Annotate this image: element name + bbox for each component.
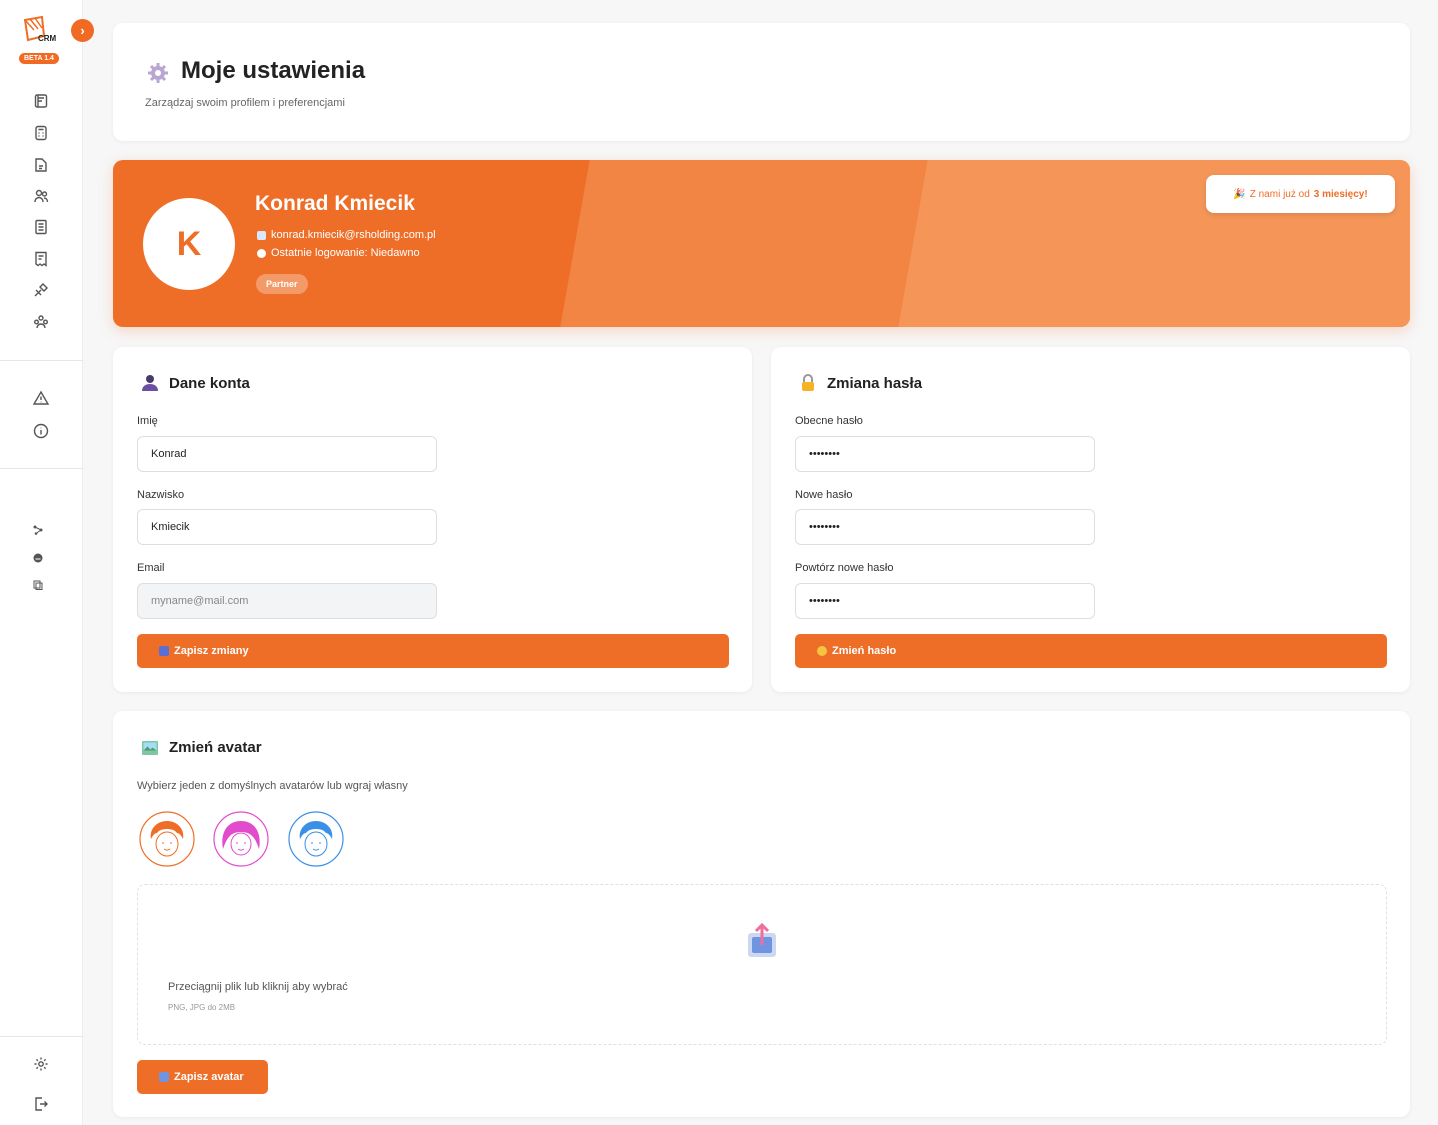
last-login: Ostatnie logowanie: Niedawno [271,247,420,259]
copy-icon[interactable] [33,580,43,590]
role-badge: Partner [256,274,308,294]
email-input[interactable]: myname@mail.com [137,583,437,619]
email-label: Email [137,562,165,574]
avatar-title: Zmień avatar [169,739,262,756]
lock-icon [802,374,814,391]
user-icon [142,375,158,391]
image-icon [142,741,158,755]
save-avatar-button[interactable]: Zapisz avatar [137,1060,268,1094]
page-title: Moje ustawienia [181,57,366,84]
avatar-subtitle: Wybierz jeden z domyślnych avatarów lub … [137,780,408,792]
avatar-dropzone[interactable]: Przeciągnij plik lub kliknij aby wybrać … [137,884,1387,1045]
user-email-row: konrad.kmiecik@rsholding.com.pl [257,229,436,241]
avatar-option-blue[interactable] [288,811,344,867]
avatar: K [143,198,235,290]
repeat-password-input[interactable]: •••••••• [795,583,1095,619]
camera-icon [159,1072,169,1082]
email-icon [257,230,266,240]
last-name-label: Nazwisko [137,489,185,501]
page-subtitle: Zarządzaj swoim profilem i preferencjami [145,97,345,109]
save-changes-button[interactable]: Zapisz zmiany [137,634,729,668]
first-name-input[interactable]: Konrad [137,436,437,472]
user-email: konrad.kmiecik@rsholding.com.pl [271,229,436,241]
key-icon [817,646,827,656]
version-badge: BETA 1.4 [19,53,59,64]
chat-icon[interactable] [33,553,43,563]
logout-icon[interactable] [33,1096,49,1112]
account-title: Dane konta [169,375,250,392]
sidebar-divider [0,468,83,469]
avatar-option-orange[interactable] [139,811,195,867]
new-password-input[interactable]: •••••••• [795,509,1095,545]
share-icon[interactable] [33,525,43,535]
receipt-icon[interactable] [33,251,49,267]
password-title: Zmiana hasła [827,375,923,392]
current-password-label: Obecne hasło [795,415,863,427]
sidebar-divider [0,1036,83,1037]
membership-badge: 🎉 Z nami już od 3 miesięcy! [1206,175,1395,213]
last-name-input[interactable]: Kmiecik [137,509,437,545]
document-icon[interactable] [33,157,49,173]
clock-icon [257,248,266,258]
banner-decoration [560,160,950,327]
change-password-label: Zmień hasło [832,645,897,657]
first-name-label: Imię [137,415,158,427]
membership-value: 3 miesięcy! [1313,188,1368,200]
gear-icon [148,63,168,83]
calculator-icon[interactable] [33,125,49,141]
logo-text: CRM [38,34,57,43]
sidebar-toggle-button[interactable]: › [71,19,94,42]
list-icon[interactable] [33,219,49,235]
party-icon: 🎉 [1233,188,1246,200]
notebook-icon[interactable] [33,93,49,109]
user-name: Konrad Kmiecik [255,192,415,215]
dropzone-hint: PNG, JPG do 2MB [168,1003,236,1012]
repeat-password-label: Powtórz nowe hasło [795,562,894,574]
info-icon[interactable] [33,423,49,439]
dropzone-text: Przeciągnij plik lub kliknij aby wybrać [168,981,348,993]
warning-icon[interactable] [33,390,49,406]
floppy-icon [159,646,169,656]
tools-icon[interactable] [33,282,49,298]
profile-banner: K Konrad Kmiecik konrad.kmiecik@rsholdin… [113,160,1410,327]
sidebar: CRM BETA 1.4 [0,0,83,1125]
save-avatar-label: Zapisz avatar [174,1071,244,1083]
team-icon[interactable] [33,314,49,330]
membership-prefix: Z nami już od [1249,188,1310,200]
save-changes-label: Zapisz zmiany [174,645,249,657]
last-login-row: Ostatnie logowanie: Niedawno [257,247,420,259]
users-icon[interactable] [33,188,49,204]
upload-icon [748,923,776,957]
current-password-input[interactable]: •••••••• [795,436,1095,472]
avatar-option-pink[interactable] [213,811,269,867]
new-password-label: Nowe hasło [795,489,853,501]
sidebar-divider [0,360,83,361]
change-password-button[interactable]: Zmień hasło [795,634,1387,668]
settings-icon[interactable] [33,1056,49,1072]
